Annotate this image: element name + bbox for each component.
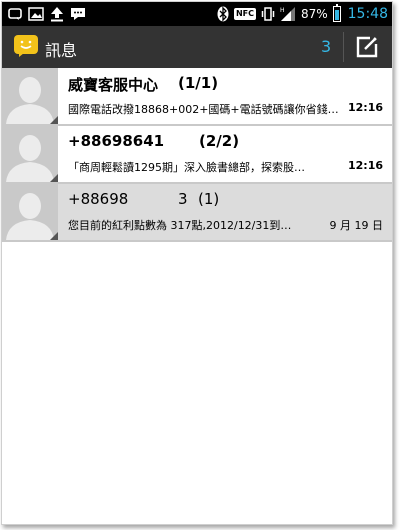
contact-avatar-icon[interactable]	[2, 68, 58, 124]
contact-name-suffix: 3	[178, 190, 188, 208]
compose-icon[interactable]	[354, 34, 380, 60]
image-icon	[28, 7, 44, 21]
phone-screen: NFC H 87% 15:48 訊息 3 威寶客服中心 (1/1) 國際電話改撥…	[1, 1, 393, 525]
nfc-icon: NFC	[233, 8, 256, 20]
message-preview: 國際電話改撥18868+002+國碼+電話號碼讓你省錢…	[68, 103, 339, 116]
status-bar: NFC H 87% 15:48	[2, 2, 392, 26]
battery-percent: 87%	[300, 7, 328, 21]
message-time: 12:16	[347, 159, 383, 172]
message-preview: 「商周輕鬆讀1295期」深入臉書總部，探索股…	[68, 161, 305, 174]
chat-icon	[71, 8, 85, 20]
conversation-row[interactable]: 威寶客服中心 (1/1) 國際電話改撥18868+002+國碼+電話號碼讓你省錢…	[2, 68, 392, 126]
signal-icon: H	[280, 7, 295, 21]
battery-icon	[332, 4, 341, 22]
conversation-list: 威寶客服中心 (1/1) 國際電話改撥18868+002+國碼+電話號碼讓你省錢…	[2, 68, 392, 242]
system-icons: NFC H 87% 15:48	[217, 2, 388, 26]
notification-icon	[8, 8, 22, 20]
contact-name: 威寶客服中心	[68, 76, 159, 94]
battery-level	[334, 9, 339, 20]
contact-name: +88698641	[68, 132, 165, 150]
message-count: (1)	[198, 190, 220, 208]
unread-count-badge: 3	[321, 37, 332, 56]
message-count: (2/2)	[199, 132, 240, 150]
message-preview: 您目前的紅利點數為 317點,2012/12/31到…	[68, 219, 292, 232]
notification-icons	[8, 6, 86, 22]
vibrate-icon	[261, 7, 275, 21]
contact-avatar-icon[interactable]	[2, 184, 58, 240]
message-count: (1/1)	[178, 74, 219, 92]
svg-text:H: H	[280, 7, 285, 14]
conversation-row[interactable]: +88698 3 (1) 您目前的紅利點數為 317點,2012/12/31到……	[2, 184, 392, 242]
contact-name: +88698	[68, 190, 129, 208]
upload-icon	[51, 7, 63, 22]
messaging-app-icon[interactable]	[13, 34, 39, 58]
bluetooth-icon	[217, 6, 229, 22]
action-bar-divider	[343, 32, 344, 62]
contact-avatar-icon[interactable]	[2, 126, 58, 182]
page-title: 訊息	[45, 41, 78, 60]
message-time: 12:16	[347, 101, 383, 114]
message-time: 9 月 19 日	[329, 219, 384, 232]
conversation-row[interactable]: +88698641 (2/2) 「商周輕鬆讀1295期」深入臉書總部，探索股… …	[2, 126, 392, 184]
action-bar: 訊息 3	[2, 26, 392, 68]
status-clock: 15:48	[347, 6, 388, 22]
